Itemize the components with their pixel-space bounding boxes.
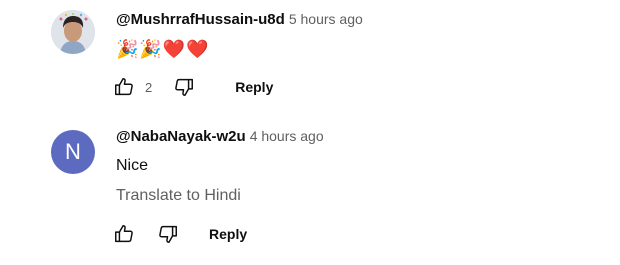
avatar[interactable]: N: [51, 130, 95, 174]
reply-button[interactable]: Reply: [209, 226, 247, 242]
like-count: 2: [145, 79, 153, 95]
comment-author[interactable]: @MushrrafHussain-u8d: [116, 11, 285, 28]
translate-button[interactable]: Translate to Hindi: [116, 187, 241, 205]
thumbs-down-icon[interactable]: [172, 75, 196, 99]
comment-header: @NabaNayak-w2u 4 hours ago: [116, 128, 324, 146]
reply-button[interactable]: Reply: [235, 79, 273, 95]
comment-timestamp[interactable]: 5 hours ago: [289, 11, 363, 27]
avatar-letter: N: [65, 139, 81, 164]
comment-item: @MushrrafHussain-u8d 5 hours ago 🎉🎉❤️❤️ 2…: [0, 0, 620, 118]
comment-item: N @NabaNayak-w2u 4 hours ago Nice Transla…: [0, 118, 620, 265]
thumbs-down-icon[interactable]: [156, 222, 180, 246]
comment-text: Nice: [116, 157, 149, 174]
comment-actions: Reply: [112, 222, 247, 246]
avatar-photo: [51, 10, 95, 54]
avatar[interactable]: [51, 10, 95, 54]
comment-timestamp[interactable]: 4 hours ago: [250, 128, 324, 144]
thumbs-up-icon[interactable]: [112, 222, 136, 246]
thumbs-up-icon[interactable]: [112, 75, 136, 99]
comment-author[interactable]: @NabaNayak-w2u: [116, 128, 246, 145]
comment-header: @MushrrafHussain-u8d 5 hours ago: [116, 11, 363, 29]
comment-text: 🎉🎉❤️❤️: [116, 39, 210, 59]
comment-actions: 2 Reply: [112, 75, 273, 99]
